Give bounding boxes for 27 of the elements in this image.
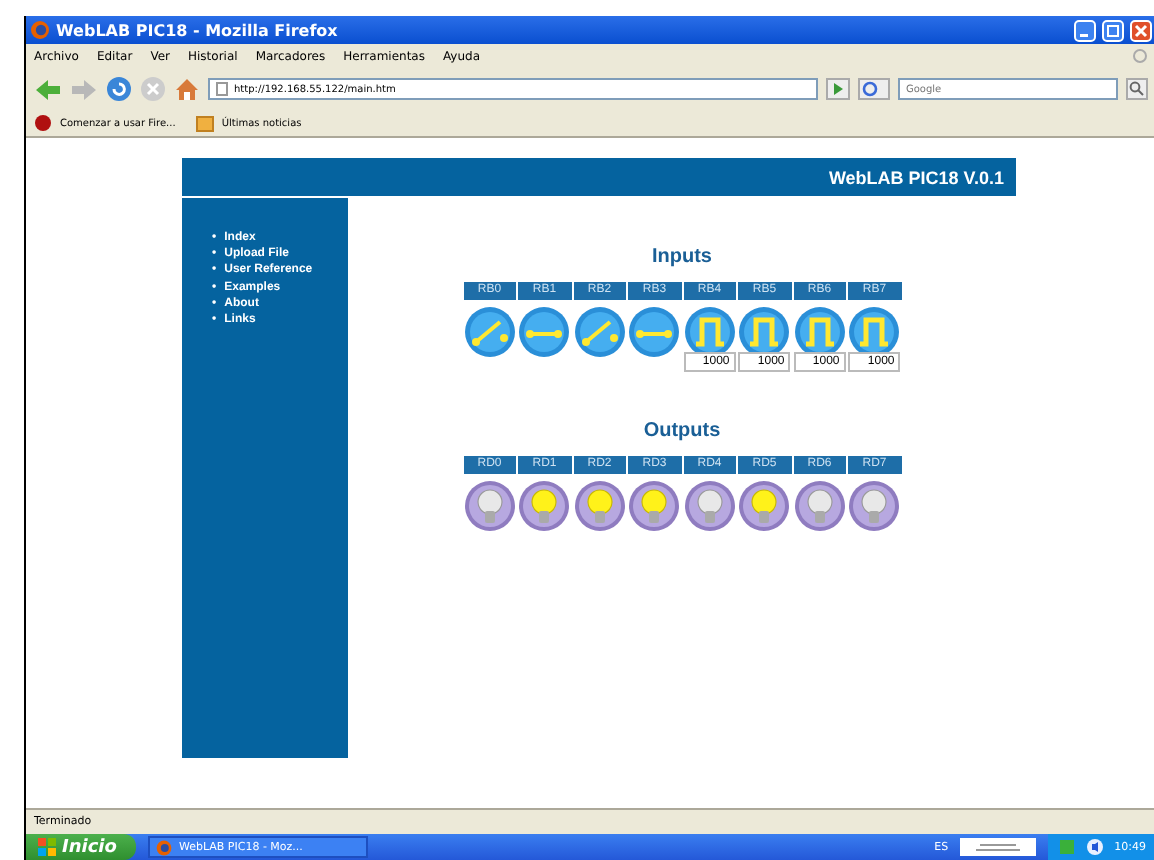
- minimize-icon[interactable]: [1074, 19, 1096, 41]
- firefox-icon: [156, 839, 173, 855]
- search-engine-icon[interactable]: [858, 78, 890, 100]
- page-icon: [216, 82, 228, 96]
- network-icon: [1058, 838, 1077, 856]
- folder-icon: [195, 114, 214, 132]
- window-title: WebLAB PIC18 - Mozilla Firefox: [56, 21, 340, 39]
- throbber-icon: [1132, 48, 1148, 64]
- section-title: Inputs: [652, 246, 712, 268]
- home-icon[interactable]: [174, 76, 200, 102]
- search-icon[interactable]: [1126, 78, 1148, 100]
- volume-icon: [1086, 838, 1105, 856]
- page-header: WebLAB PIC18 V.0.1: [182, 158, 1016, 198]
- bookmark-icon: [34, 114, 52, 132]
- windows-logo-icon: [38, 838, 56, 856]
- go-icon[interactable]: [826, 78, 850, 100]
- firefox-icon: [30, 20, 50, 40]
- back-icon[interactable]: [34, 77, 62, 101]
- closed-switch-icon[interactable]: [628, 306, 681, 358]
- close-icon[interactable]: [1130, 19, 1152, 41]
- section-title: Outputs: [643, 420, 721, 442]
- tray-notice-icon: [960, 838, 1037, 856]
- closed-switch-icon[interactable]: [518, 306, 571, 358]
- maximize-icon[interactable]: [1102, 19, 1124, 41]
- reload-icon[interactable]: [106, 76, 132, 102]
- open-switch-icon[interactable]: [573, 306, 626, 358]
- open-switch-icon[interactable]: [463, 306, 516, 358]
